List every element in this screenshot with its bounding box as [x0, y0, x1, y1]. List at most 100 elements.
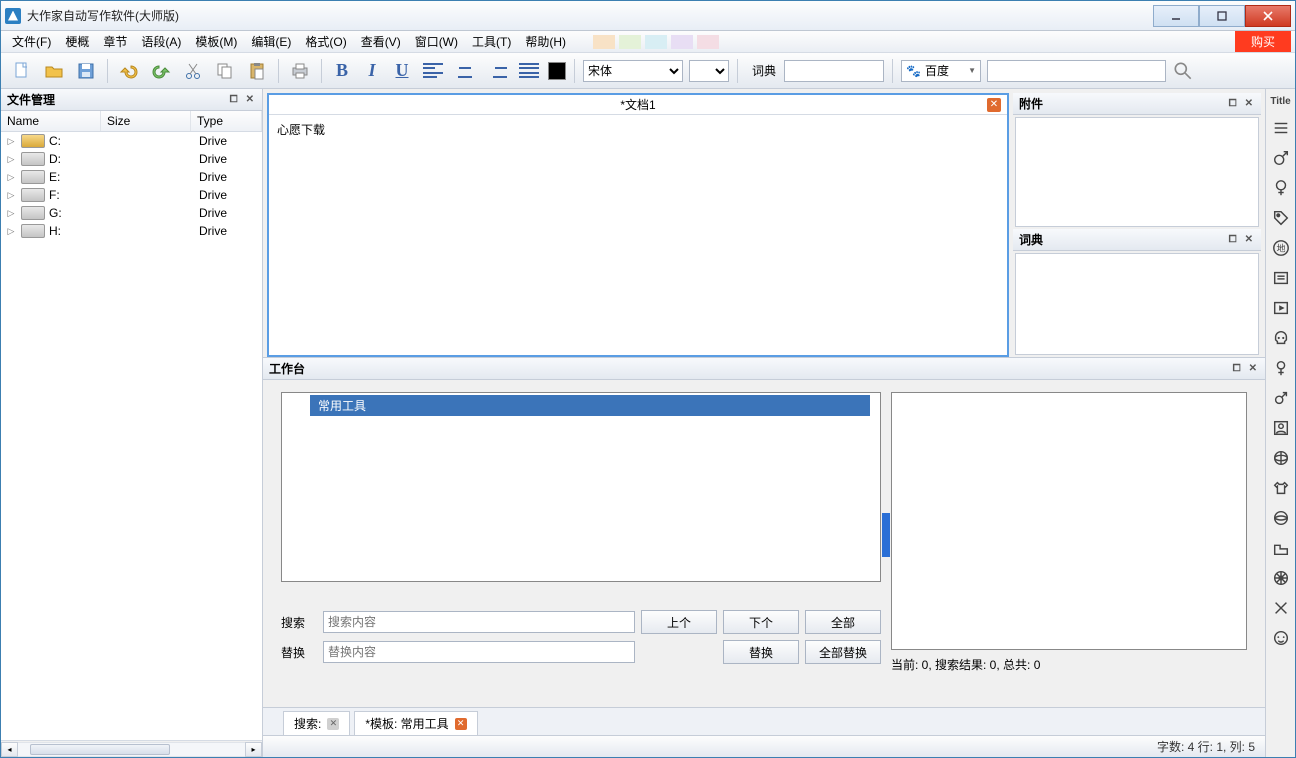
bold-button[interactable]: B [330, 60, 354, 81]
redo-button[interactable] [148, 58, 174, 84]
fontsize-select[interactable] [689, 60, 729, 82]
file-tree-hscroll[interactable]: ◂▸ [1, 740, 262, 757]
menu-phrase[interactable]: 语段(A) [134, 31, 188, 52]
person-icon[interactable] [1270, 417, 1292, 439]
male-icon[interactable] [1270, 147, 1292, 169]
menu-outline[interactable]: 梗概 [58, 31, 96, 52]
prev-button[interactable]: 上个 [641, 610, 717, 634]
panel-pin-icon[interactable]: ⧠ [1231, 363, 1243, 374]
expand-icon[interactable]: ▷ [5, 136, 17, 147]
panel-close-icon[interactable]: ✕ [1243, 234, 1255, 245]
swatch-3[interactable] [645, 35, 667, 49]
align-center-button[interactable] [452, 58, 478, 84]
panel-pin-icon[interactable]: ⧠ [1227, 98, 1239, 109]
buy-button[interactable]: 购买 [1235, 31, 1291, 52]
skull-icon[interactable] [1270, 327, 1292, 349]
swatch-2[interactable] [619, 35, 641, 49]
dict-body[interactable] [1015, 253, 1259, 355]
swatch-4[interactable] [671, 35, 693, 49]
color-picker[interactable] [548, 62, 566, 80]
align-justify-button[interactable] [516, 58, 542, 84]
tree-row[interactable]: ▷ E: Drive [1, 168, 262, 186]
open-button[interactable] [41, 58, 67, 84]
file-tree[interactable]: Name Size Type ▷ C: Drive▷ D: Drive▷ E: … [1, 111, 262, 740]
minimize-button[interactable] [1153, 5, 1199, 27]
search-input[interactable] [323, 611, 635, 633]
splitter-handle[interactable] [882, 513, 890, 557]
tag-icon[interactable] [1270, 207, 1292, 229]
swords-icon[interactable] [1270, 597, 1292, 619]
expand-icon[interactable]: ▷ [5, 208, 17, 219]
panel-close-icon[interactable]: ✕ [1243, 98, 1255, 109]
replace-input[interactable] [323, 641, 635, 663]
sidebar-title-label[interactable]: Title [1270, 93, 1292, 109]
copy-button[interactable] [212, 58, 238, 84]
tree-row[interactable]: ▷ F: Drive [1, 186, 262, 204]
floorplan-icon[interactable] [1270, 537, 1292, 559]
tab-close-icon[interactable]: ✕ [455, 718, 467, 730]
document-tab[interactable]: *文档1 ✕ [269, 95, 1007, 115]
document-body[interactable]: 心愿下载 [269, 115, 1007, 355]
new-button[interactable] [9, 58, 35, 84]
template-item[interactable]: 常用工具 [310, 395, 870, 416]
panel-pin-icon[interactable]: ⧠ [1227, 234, 1239, 245]
menu-tools[interactable]: 工具(T) [465, 31, 518, 52]
attachment-body[interactable] [1015, 117, 1259, 227]
preview-box[interactable] [891, 392, 1247, 650]
tree-row[interactable]: ▷ G: Drive [1, 204, 262, 222]
template-list[interactable]: 常用工具 [281, 392, 881, 582]
menu-file[interactable]: 文件(F) [5, 31, 58, 52]
wheel-icon[interactable] [1270, 567, 1292, 589]
web-search-input[interactable] [987, 60, 1166, 82]
replace-button[interactable]: 替换 [723, 640, 799, 664]
italic-button[interactable]: I [360, 60, 384, 81]
next-button[interactable]: 下个 [723, 610, 799, 634]
underline-button[interactable]: U [390, 60, 414, 81]
undo-button[interactable] [116, 58, 142, 84]
venus-icon[interactable] [1270, 357, 1292, 379]
expand-icon[interactable]: ▷ [5, 154, 17, 165]
earth-icon[interactable]: 地 [1270, 237, 1292, 259]
font-select[interactable]: 宋体 [583, 60, 683, 82]
mars-icon[interactable] [1270, 387, 1292, 409]
face-icon[interactable] [1270, 627, 1292, 649]
all-button[interactable]: 全部 [805, 610, 881, 634]
ball-icon[interactable] [1270, 507, 1292, 529]
expand-icon[interactable]: ▷ [5, 172, 17, 183]
align-left-button[interactable] [420, 58, 446, 84]
female-icon[interactable] [1270, 177, 1292, 199]
swatch-1[interactable] [593, 35, 615, 49]
tree-row[interactable]: ▷ H: Drive [1, 222, 262, 240]
play-icon[interactable] [1270, 297, 1292, 319]
tab-template[interactable]: *模板: 常用工具 ✕ [354, 711, 477, 735]
swatch-5[interactable] [697, 35, 719, 49]
menu-template[interactable]: 模板(M) [188, 31, 244, 52]
tree-row[interactable]: ▷ D: Drive [1, 150, 262, 168]
close-button[interactable] [1245, 5, 1291, 27]
shirt-icon[interactable] [1270, 477, 1292, 499]
news-icon[interactable] [1270, 267, 1292, 289]
tab-close-icon[interactable]: ✕ [327, 718, 339, 730]
align-right-button[interactable] [484, 58, 510, 84]
replace-all-button[interactable]: 全部替换 [805, 640, 881, 664]
expand-icon[interactable]: ▷ [5, 226, 17, 237]
menu-view[interactable]: 查看(V) [354, 31, 408, 52]
tab-search[interactable]: 搜索: ✕ [283, 711, 350, 735]
web-search-button[interactable] [1172, 60, 1194, 82]
paste-button[interactable] [244, 58, 270, 84]
menu-window[interactable]: 窗口(W) [408, 31, 465, 52]
save-button[interactable] [73, 58, 99, 84]
search-engine-select[interactable]: 🐾 百度 ▼ [901, 60, 981, 82]
print-button[interactable] [287, 58, 313, 84]
menu-format[interactable]: 格式(O) [298, 31, 353, 52]
menu-chapter[interactable]: 章节 [96, 31, 134, 52]
dict-input[interactable] [784, 60, 884, 82]
menu-edit[interactable]: 编辑(E) [244, 31, 298, 52]
sidebar-hamburger-icon[interactable] [1270, 117, 1292, 139]
panel-close-icon[interactable]: ✕ [244, 94, 256, 105]
panel-pin-icon[interactable]: ⧠ [228, 94, 240, 105]
expand-icon[interactable]: ▷ [5, 190, 17, 201]
panel-close-icon[interactable]: ✕ [1247, 363, 1259, 374]
cut-button[interactable] [180, 58, 206, 84]
maximize-button[interactable] [1199, 5, 1245, 27]
